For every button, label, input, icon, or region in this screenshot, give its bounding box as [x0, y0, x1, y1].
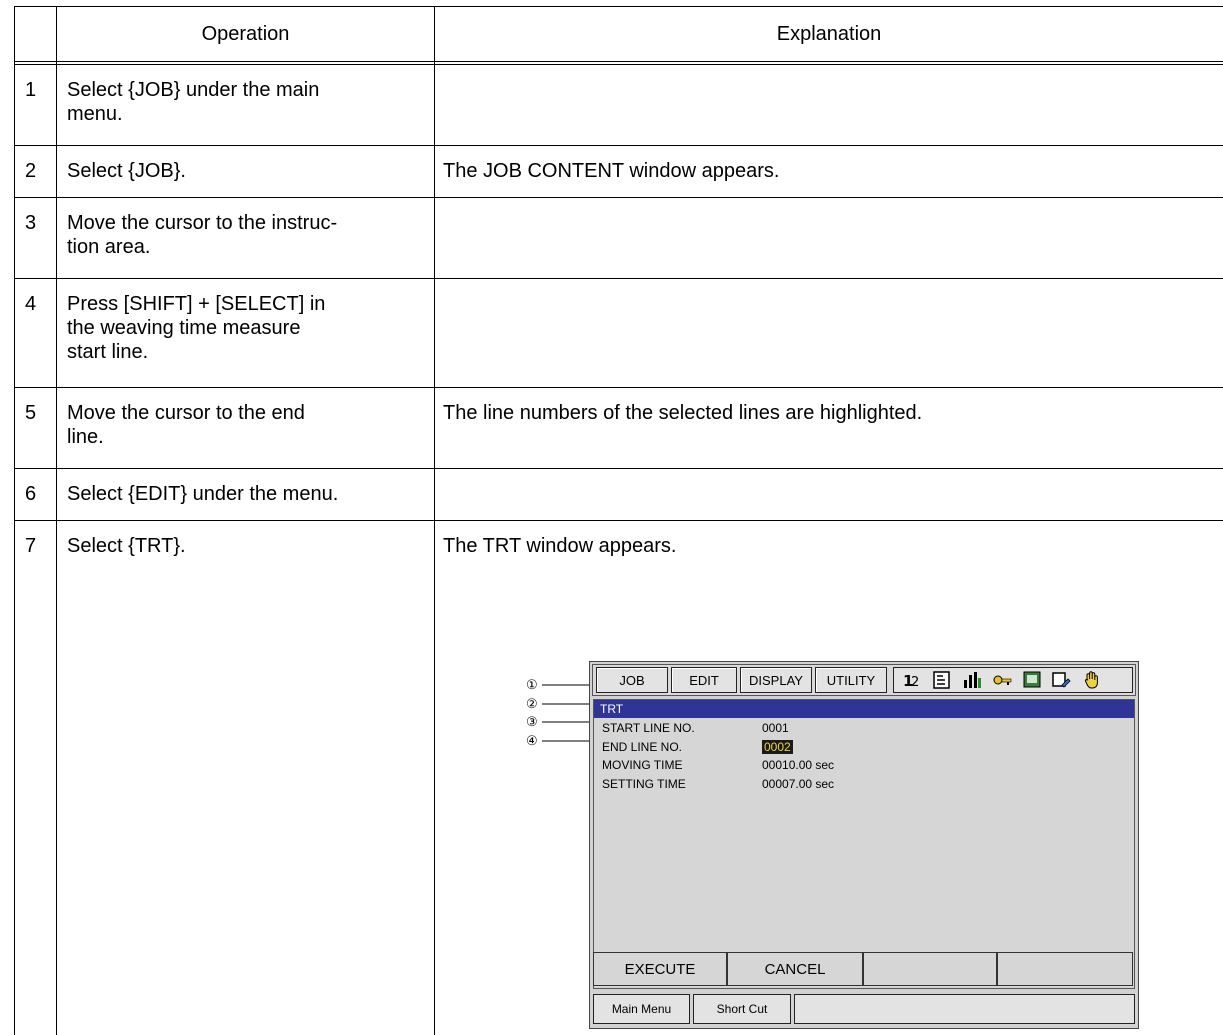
row-7-explanation: The TRT window appears. — [443, 535, 677, 557]
row-6-operation: Select {EDIT} under the menu. — [67, 483, 339, 505]
row-2-number: 2 — [25, 160, 37, 182]
status-icons: 12 — [893, 667, 1133, 693]
row-2-explanation: The JOB CONTENT window appears. — [443, 160, 780, 182]
row-1-operation: Select {JOB} under the main menu. — [67, 79, 320, 125]
end-line-value-highlight: 0002 — [762, 740, 793, 754]
short-cut-button[interactable]: Short Cut — [693, 994, 791, 1024]
menu-bar: JOB EDIT DISPLAY UTILITY 12 — [592, 664, 1136, 696]
row-6-number: 6 — [25, 483, 37, 505]
row-2-operation: Select {JOB}. — [67, 160, 186, 182]
chart-icon — [964, 672, 981, 688]
menu-job-button[interactable]: JOB — [596, 667, 668, 693]
main-menu-button[interactable]: Main Menu — [593, 994, 690, 1024]
sort-icon: 12 — [903, 672, 919, 690]
start-line-value[interactable]: 0001 — [762, 721, 789, 735]
svg-text:2: 2 — [911, 675, 919, 690]
empty-button-3[interactable] — [863, 952, 997, 986]
action-bar: EXECUTE CANCEL — [593, 952, 1133, 988]
header-explanation: Explanation — [776, 22, 882, 45]
menu-utility-button[interactable]: UTILITY — [815, 667, 887, 693]
row-4-operation: Press [SHIFT] + [SELECT] in the weaving t… — [67, 293, 326, 363]
end-line-value[interactable]: 0002 — [762, 740, 793, 754]
header-operation: Operation — [201, 22, 290, 45]
row-5-explanation: The line numbers of the selected lines a… — [443, 402, 923, 424]
row-7-number: 7 — [25, 535, 37, 557]
moving-time-label: MOVING TIME — [602, 758, 683, 772]
key-icon — [993, 675, 1012, 685]
row-7-operation: Select {TRT}. — [67, 535, 186, 557]
row-3-number: 3 — [25, 212, 37, 234]
cancel-button[interactable]: CANCEL — [727, 952, 863, 986]
setting-time-label: SETTING TIME — [602, 777, 686, 791]
callout-3: ③ — [526, 714, 538, 729]
callout-4: ④ — [526, 733, 538, 748]
monitor-icon — [1023, 671, 1041, 688]
moving-time-value: 00010.00 sec — [762, 758, 835, 772]
empty-button-4[interactable] — [997, 952, 1133, 986]
row-1-number: 1 — [25, 79, 37, 101]
execute-button[interactable]: EXECUTE — [593, 952, 727, 986]
pendant-screen: JOB EDIT DISPLAY UTILITY 12 TRT START LI… — [589, 661, 1139, 1029]
window-title: TRT — [594, 700, 1134, 718]
hand-icon — [1084, 671, 1098, 689]
row-5-number: 5 — [25, 402, 37, 424]
row-4-number: 4 — [25, 293, 37, 315]
end-line-label: END LINE NO. — [602, 740, 683, 754]
callout-2: ② — [526, 696, 538, 711]
bottom-bar: Main Menu Short Cut — [593, 994, 1139, 1026]
menu-edit-button[interactable]: EDIT — [671, 667, 737, 693]
row-3-operation: Move the cursor to the instruc-tion area… — [67, 212, 338, 258]
row-5-operation: Move the cursor to the end line. — [67, 402, 305, 448]
edit-icon — [1052, 672, 1071, 688]
callout-1: ① — [526, 677, 538, 692]
document-icon — [933, 671, 950, 689]
start-line-label: START LINE NO. — [602, 721, 695, 735]
setting-time-value: 00007.00 sec — [762, 777, 835, 791]
trt-window: TRT START LINE NO. 0001 END LINE NO. 000… — [593, 699, 1135, 989]
message-area — [794, 994, 1135, 1024]
menu-display-button[interactable]: DISPLAY — [740, 667, 812, 693]
